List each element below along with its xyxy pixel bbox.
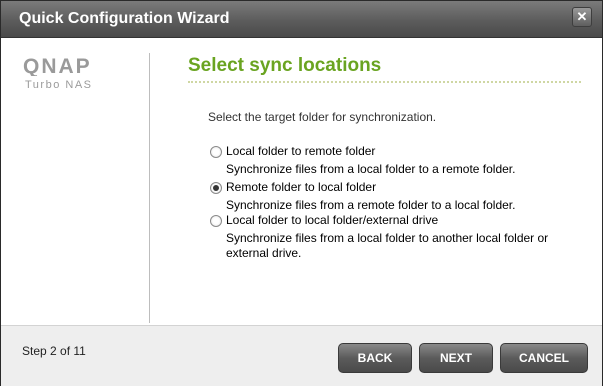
close-button[interactable]: ✕	[572, 7, 592, 27]
option-description: Synchronize files from a local folder to…	[226, 231, 549, 260]
option-label[interactable]: Local folder to local folder/external dr…	[226, 213, 438, 227]
page-title: Select sync locations	[188, 55, 382, 76]
option-description: Synchronize files from a remote folder t…	[226, 198, 516, 212]
step-indicator: Step 2 of 11	[22, 344, 86, 358]
svg-text:QNAP: QNAP	[23, 56, 92, 76]
next-button[interactable]: NEXT	[419, 343, 493, 373]
window-title: Quick Configuration Wizard	[19, 10, 230, 27]
close-icon: ✕	[576, 9, 588, 24]
option-local-to-local[interactable]: Local folder to local folder/external dr…	[210, 213, 570, 263]
title-bar: Quick Configuration Wizard ✕	[1, 1, 602, 38]
instruction-text: Select the target folder for synchroniza…	[208, 110, 437, 124]
option-description: Synchronize files from a local folder to…	[226, 162, 516, 176]
back-button[interactable]: BACK	[338, 343, 412, 373]
brand-subtitle: Turbo NAS	[25, 79, 93, 91]
heading-divider	[188, 81, 581, 83]
option-local-to-remote[interactable]: Local folder to remote folder Synchroniz…	[210, 144, 570, 178]
qnap-logo: QNAP	[23, 56, 92, 76]
option-label[interactable]: Remote folder to local folder	[226, 180, 376, 194]
radio-local-to-local[interactable]	[210, 215, 222, 227]
cancel-button[interactable]: CANCEL	[500, 343, 588, 373]
option-remote-to-local[interactable]: Remote folder to local folder Synchroniz…	[210, 180, 570, 214]
radio-local-to-remote[interactable]	[210, 146, 222, 158]
footer-bar: Step 2 of 11 BACK NEXT CANCEL	[1, 325, 602, 386]
option-label[interactable]: Local folder to remote folder	[226, 144, 375, 158]
vertical-divider	[149, 53, 150, 323]
wizard-dialog: Quick Configuration Wizard ✕ QNAP Turbo …	[0, 0, 603, 386]
radio-remote-to-local[interactable]	[210, 182, 222, 194]
